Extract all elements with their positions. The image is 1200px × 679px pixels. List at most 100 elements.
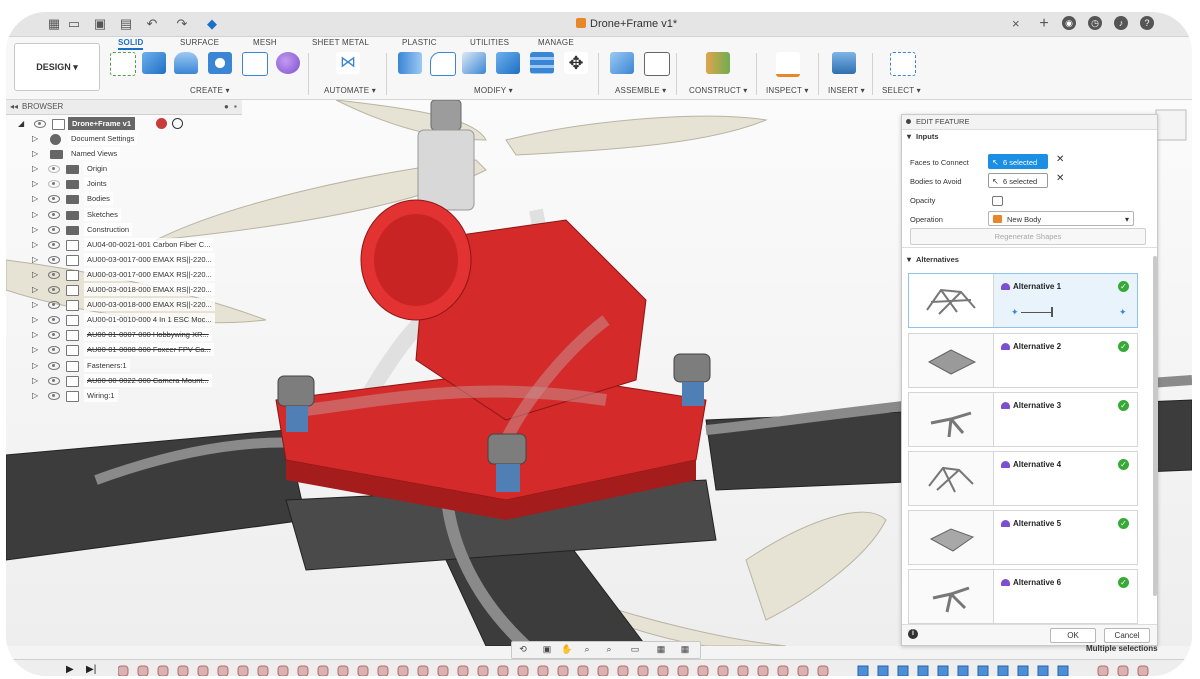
tree-item-component[interactable]: ▷ AU00-03-0018-000 EMAX RS||-220...: [6, 297, 246, 312]
slider-track[interactable]: [1021, 312, 1051, 313]
expand-arrow-icon[interactable]: ▷: [32, 267, 38, 282]
tree-root[interactable]: ◢ Drone+Frame v1: [6, 116, 246, 131]
joint-icon[interactable]: [644, 52, 670, 76]
visibility-eye-icon[interactable]: [48, 225, 60, 234]
job-status-icon[interactable]: ◷: [1088, 16, 1102, 30]
measure-icon[interactable]: [776, 52, 800, 77]
alternative-card-5[interactable]: Alternative 5 ✓: [908, 510, 1138, 565]
expand-arrow-icon[interactable]: ▷: [32, 252, 38, 267]
tab-manage[interactable]: MANAGE: [538, 38, 574, 47]
extensions-icon[interactable]: ◉: [1062, 16, 1076, 30]
expand-arrow-icon[interactable]: ▷: [32, 297, 38, 312]
tree-item-component[interactable]: ▷ AU00-01-0008-000 Foxeer FPV Ca...: [6, 342, 246, 357]
tab-surface[interactable]: SURFACE: [180, 38, 219, 47]
operation-dropdown[interactable]: New Body: [988, 211, 1134, 227]
offset-plane-icon[interactable]: [706, 52, 730, 74]
tab-mesh[interactable]: MESH: [253, 38, 277, 47]
automate-icon[interactable]: ⋈: [336, 52, 360, 74]
record-icon[interactable]: [156, 118, 167, 129]
tree-item-joints[interactable]: ▷ Joints: [6, 176, 246, 191]
expand-arrow-icon[interactable]: ▷: [32, 282, 38, 297]
info-icon[interactable]: i: [908, 629, 918, 639]
alternative-card-3[interactable]: Alternative 3 ✓: [908, 392, 1138, 447]
browser-collapse-button[interactable]: ▪: [234, 100, 237, 114]
tree-item-component[interactable]: ▷ AU04-00-0021-001 Carbon Fiber C...: [6, 237, 246, 252]
expand-arrow-icon[interactable]: ▷: [32, 161, 38, 176]
expand-arrow-icon[interactable]: ▷: [32, 327, 38, 342]
thickness-slider[interactable]: ✦ ✦: [1011, 307, 1127, 318]
expand-arrow-icon[interactable]: ▷: [32, 358, 38, 373]
slider-handle[interactable]: [1051, 307, 1053, 317]
expand-arrow-icon[interactable]: ▷: [32, 312, 38, 327]
tree-item-document-settings[interactable]: ▷ Document Settings: [6, 131, 246, 146]
expand-arrow-icon[interactable]: ▷: [32, 237, 38, 252]
tree-item-component[interactable]: ▷ AU00-01-0007-000 Hobbywing XR...: [6, 327, 246, 342]
tree-item-component[interactable]: ▷ Fasteners:1: [6, 358, 246, 373]
workspace-switcher[interactable]: DESIGN ▾: [14, 43, 100, 91]
fillet-icon[interactable]: [430, 52, 456, 76]
help-icon[interactable]: ?: [1140, 16, 1154, 30]
visibility-eye-icon[interactable]: [48, 361, 60, 370]
tab-solid[interactable]: SOLID: [118, 38, 144, 50]
tree-item-component[interactable]: ▷ AU00-03-0018-000 EMAX RS||-220...: [6, 282, 246, 297]
visibility-eye-icon[interactable]: [48, 331, 60, 340]
visibility-eye-icon[interactable]: [48, 165, 60, 174]
insert-image-icon[interactable]: [832, 52, 856, 74]
expand-arrow-icon[interactable]: ▷: [32, 373, 38, 388]
tab-utilities[interactable]: UTILITIES: [470, 38, 509, 47]
visibility-eye-icon[interactable]: [48, 301, 60, 310]
move-icon[interactable]: ✥: [564, 52, 588, 74]
tab-plastic[interactable]: PLASTIC: [402, 38, 437, 47]
opacity-checkbox[interactable]: [992, 196, 1003, 206]
new-component-icon[interactable]: [610, 52, 634, 74]
activate-radio-icon[interactable]: [172, 118, 183, 129]
visibility-eye-icon[interactable]: [48, 240, 60, 249]
faces-selection-button[interactable]: 6 selected: [988, 154, 1048, 170]
expand-arrow-icon[interactable]: ▷: [32, 131, 38, 146]
expand-arrow-icon[interactable]: ▷: [32, 176, 38, 191]
split-body-icon[interactable]: [530, 52, 554, 74]
create-sketch-icon[interactable]: [110, 52, 136, 76]
tab-sheet-metal[interactable]: SHEET METAL: [312, 38, 369, 47]
tree-item-component[interactable]: ▷ Wiring:1: [6, 388, 246, 403]
visibility-eye-icon[interactable]: [48, 316, 60, 325]
visibility-eye-icon[interactable]: [48, 180, 60, 189]
assemble-menu[interactable]: ASSEMBLE ▾: [615, 86, 666, 95]
fit-icon[interactable]: ⌕: [602, 644, 616, 655]
create-menu[interactable]: CREATE ▾: [190, 86, 230, 95]
inspect-menu[interactable]: INSPECT ▾: [766, 86, 809, 95]
select-menu[interactable]: SELECT ▾: [882, 86, 921, 95]
visibility-eye-icon[interactable]: [48, 255, 60, 264]
alternatives-section-header[interactable]: Alternatives: [902, 253, 1171, 267]
visibility-eye-icon[interactable]: [48, 270, 60, 279]
visibility-eye-icon[interactable]: [48, 346, 60, 355]
shell-icon[interactable]: [462, 52, 486, 74]
inputs-section-header[interactable]: Inputs: [902, 130, 1157, 144]
alternative-card-6[interactable]: Alternative 6 ✓: [908, 569, 1138, 624]
tree-item-origin[interactable]: ▷ Origin: [6, 161, 246, 176]
expand-arrow-icon[interactable]: ▷: [32, 191, 38, 206]
expand-arrow-icon[interactable]: ▷: [32, 222, 38, 237]
expand-arrow-icon[interactable]: ▷: [32, 146, 38, 161]
document-tab[interactable]: Drone+Frame v1*: [576, 12, 677, 36]
tree-item-sketches[interactable]: ▷ Sketches: [6, 207, 246, 222]
view-cube[interactable]: [1155, 109, 1187, 141]
timeline-features[interactable]: [118, 665, 1168, 676]
expand-arrow-icon[interactable]: ▷: [32, 342, 38, 357]
modify-menu[interactable]: MODIFY ▾: [474, 86, 513, 95]
combine-icon[interactable]: [496, 52, 520, 74]
tree-item-component[interactable]: ▷ AU00-03-0017-000 EMAX RS||-220...: [6, 252, 246, 267]
zoom-icon[interactable]: ⌕: [580, 644, 594, 655]
collapse-icon[interactable]: ◂◂: [10, 100, 18, 114]
play-icon[interactable]: ▶: [66, 664, 74, 675]
grid-icon[interactable]: ▦: [46, 16, 62, 32]
visibility-eye-icon[interactable]: [48, 286, 60, 295]
display-settings-icon[interactable]: ▭: [628, 644, 642, 655]
visibility-eye-icon[interactable]: [48, 195, 60, 204]
regenerate-shapes-button[interactable]: Regenerate Shapes: [910, 228, 1146, 245]
notifications-icon[interactable]: ♪: [1114, 16, 1128, 30]
expand-arrow-icon[interactable]: ▷: [32, 388, 38, 403]
shrink-icon[interactable]: ✦: [1011, 307, 1019, 318]
press-pull-icon[interactable]: [398, 52, 422, 74]
close-tab-button[interactable]: ×: [1012, 16, 1020, 31]
